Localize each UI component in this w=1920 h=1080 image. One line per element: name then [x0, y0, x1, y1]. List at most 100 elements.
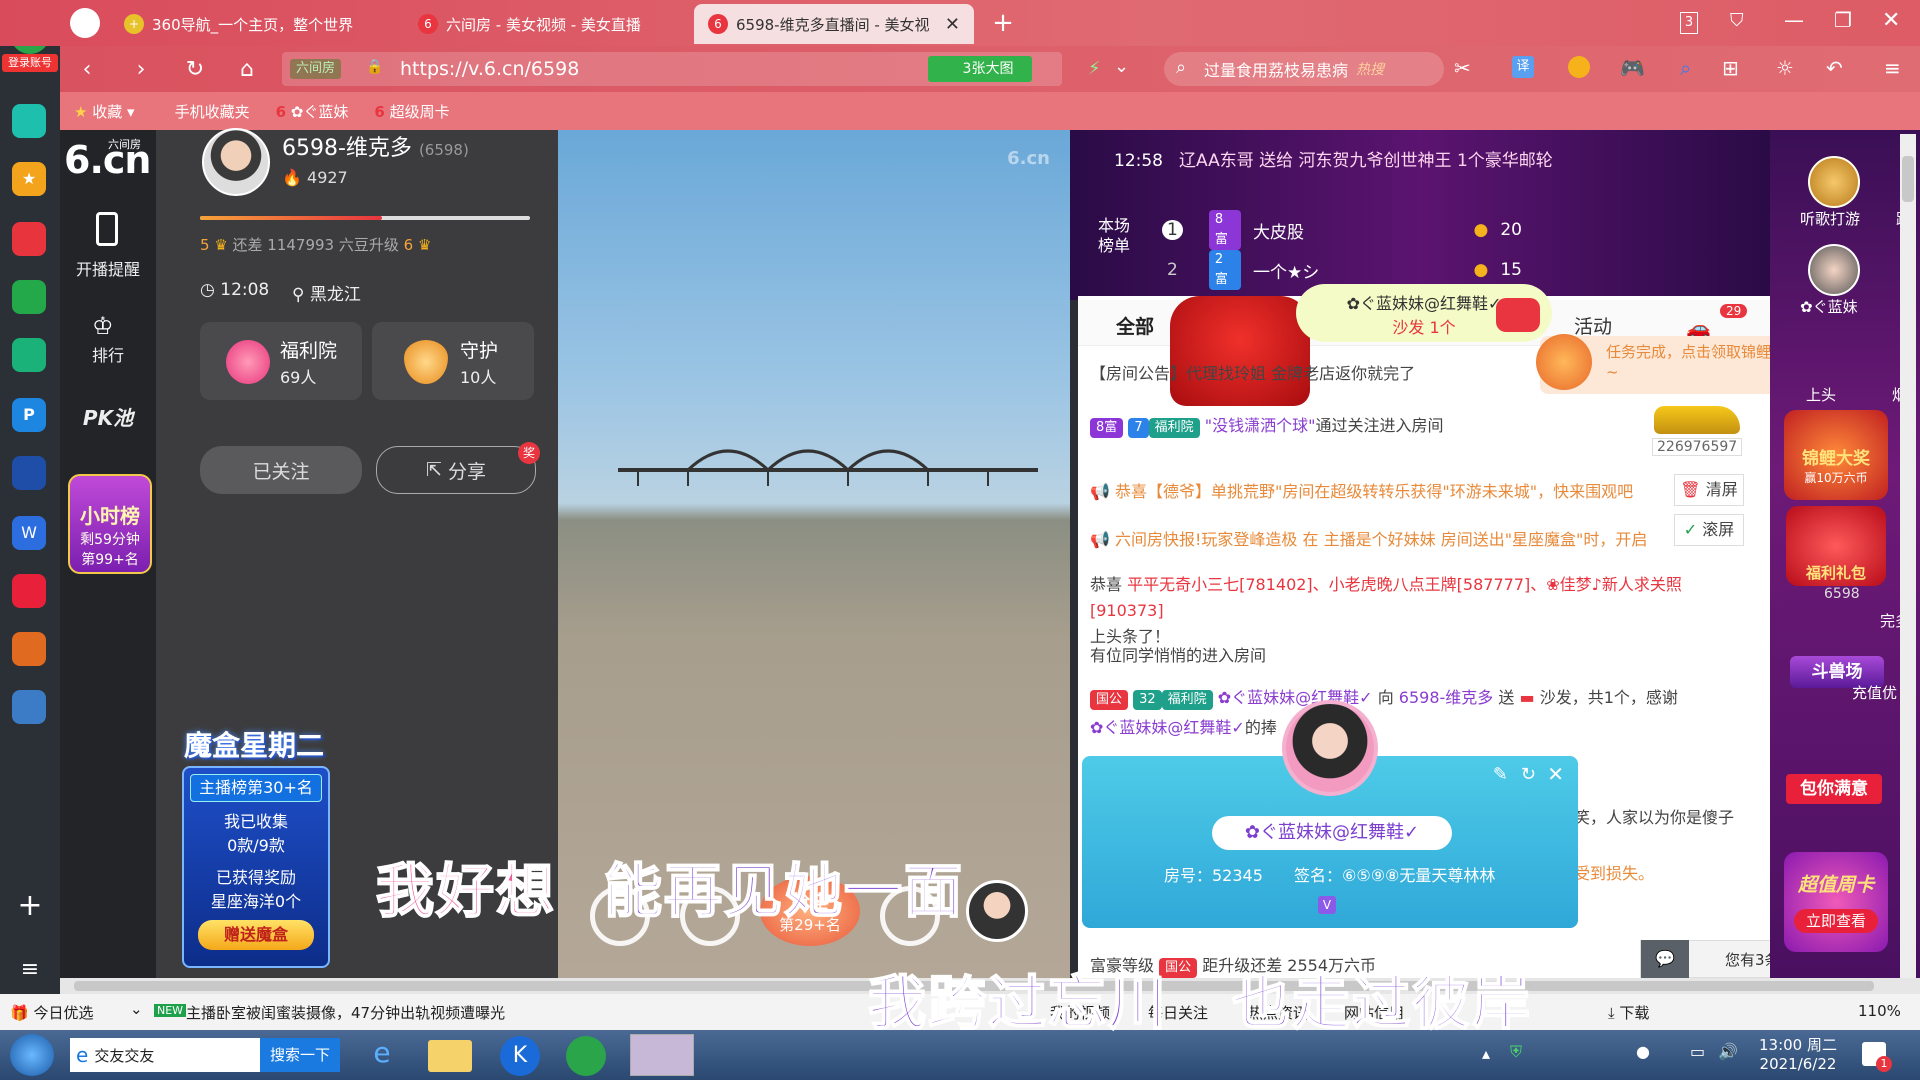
close-window-icon[interactable]: ✕	[1882, 8, 1900, 33]
bookmark-blue-sister[interactable]: 6 ✿ぐ蓝妹	[276, 101, 349, 122]
daily-picks[interactable]: 🎁 今日优选	[10, 1002, 93, 1023]
favorites-star-icon[interactable]: ★	[12, 162, 46, 196]
app-shortcut-icon[interactable]	[12, 104, 46, 138]
find-icon[interactable]: ⌕	[1680, 56, 1691, 80]
share-button[interactable]: ⇱ 分享	[376, 446, 536, 494]
user-name[interactable]: ✿ぐ蓝妹妹@红舞鞋✓	[1090, 718, 1245, 737]
cloud-icon[interactable]	[12, 338, 46, 372]
remind-button[interactable]: 开播提醒	[60, 256, 156, 280]
koi-banner[interactable]: 锦鲤大奖 赢10万六币	[1784, 410, 1888, 500]
seat-avatar[interactable]	[966, 880, 1028, 942]
guard-button[interactable]: 守护 10人	[372, 322, 534, 400]
welfare-button[interactable]: 福利院 69人	[200, 322, 362, 400]
board-row[interactable]: 2 2富 一个★シ ● 15	[1162, 250, 1522, 290]
qq-tray-icon[interactable]: ●	[1636, 1042, 1650, 1061]
clear-screen-button[interactable]: 🗑 清屏	[1674, 474, 1744, 506]
profile-avatar[interactable]	[1282, 700, 1378, 796]
taskbar-search[interactable]: e 交友交友 搜索一下	[70, 1038, 340, 1072]
bigimg-button[interactable]: 3张大图	[928, 56, 1032, 82]
chevron-down-icon[interactable]: ⌄	[130, 1000, 143, 1018]
site-logo[interactable]: 6.cn 六间房	[64, 136, 152, 186]
shield-tray-icon[interactable]: ⛨	[1510, 1042, 1522, 1062]
gift-magic-box-button[interactable]: 赠送魔盒	[198, 920, 314, 950]
network-icon[interactable]: ▭	[1690, 1042, 1705, 1061]
refresh-icon[interactable]: ↻	[1521, 764, 1536, 785]
activity-avatar[interactable]	[1808, 156, 1860, 208]
chevron-down-icon[interactable]: ⌄	[1114, 56, 1129, 77]
coin-icon[interactable]	[1568, 56, 1590, 78]
magic-box-panel[interactable]: 主播榜第30+名 我已收集 0款/9款 已获得奖励 星座海洋0个 赠送魔盒	[182, 766, 330, 968]
word-icon[interactable]: W	[12, 516, 46, 550]
bookmark-mobile[interactable]: 手机收藏夹	[175, 101, 250, 122]
tab-6cn[interactable]: 6 六间房 - 美女视频 - 美女直播	[404, 4, 690, 44]
pay-icon[interactable]: P	[12, 398, 46, 432]
search-button[interactable]: 搜索一下	[259, 1038, 340, 1072]
menu-list-icon[interactable]: ≡	[14, 954, 46, 986]
activity-item-label[interactable]: 上头	[1806, 384, 1836, 405]
user-name[interactable]: "没钱潇洒个球"	[1205, 416, 1316, 435]
download[interactable]: ⤓ 下载	[1608, 1002, 1649, 1023]
activity-avatar[interactable]	[1808, 244, 1860, 296]
bookmark-weekly-card[interactable]: 6 超级周卡	[374, 101, 449, 122]
browser-home-icon[interactable]	[70, 8, 100, 38]
close-tab-icon[interactable]: ✕	[945, 14, 960, 35]
pk-button[interactable]: PK池	[60, 402, 156, 431]
scrollbar-thumb[interactable]	[1902, 156, 1914, 202]
start-button[interactable]	[10, 1034, 54, 1076]
tab-activity[interactable]: 活动	[1574, 312, 1612, 339]
add-icon[interactable]: +	[14, 890, 46, 922]
tray-arrow-icon[interactable]: ▴	[1482, 1044, 1490, 1063]
game-icon[interactable]	[12, 632, 46, 666]
minimize-icon[interactable]: —	[1784, 8, 1804, 32]
home-icon[interactable]: ⌂	[232, 54, 262, 84]
activity-item-label[interactable]: ✿ぐ蓝妹	[1800, 296, 1858, 317]
anchor-link[interactable]: 6598-维克多	[1399, 688, 1494, 707]
stock-icon[interactable]	[12, 456, 46, 490]
translate-icon[interactable]: 译	[1512, 56, 1534, 78]
clock[interactable]: 13:00 周二 2021/6/22	[1754, 1034, 1842, 1073]
undo-icon[interactable]: ↶	[1826, 56, 1843, 80]
auto-scroll-button[interactable]: ✓ 滚屏	[1674, 514, 1744, 546]
folder-taskbar-icon[interactable]	[428, 1040, 472, 1072]
gamepad-icon[interactable]: 🎮	[1620, 56, 1645, 80]
weekly-card-banner[interactable]: 超值周卡 立即查看	[1784, 852, 1888, 952]
new-tab-icon[interactable]: +	[988, 8, 1018, 38]
browser-taskbar-icon[interactable]	[566, 1036, 606, 1076]
menu-icon[interactable]: ≡	[1884, 56, 1901, 80]
weibo-icon[interactable]	[12, 222, 46, 256]
zoom-level[interactable]: 110%	[1858, 1002, 1901, 1020]
activity-item-label[interactable]: 听歌打游	[1800, 208, 1860, 229]
map-icon[interactable]	[12, 690, 46, 724]
lightning-icon[interactable]: ⚡	[1088, 58, 1101, 79]
xiaohongshu-icon[interactable]	[12, 574, 46, 608]
weekly-card-button[interactable]: 立即查看	[1794, 909, 1878, 933]
bookmark-favorites[interactable]: ★ 收藏 ▾	[74, 101, 135, 122]
tab-360[interactable]: +360导航_一个主页，整个世界	[110, 4, 400, 44]
forward-icon[interactable]: ›	[126, 54, 156, 84]
back-icon[interactable]: ‹	[72, 54, 102, 84]
happy-banner[interactable]: 包你满意	[1786, 774, 1882, 804]
rank-button[interactable]: 排行	[60, 342, 156, 366]
gift-pack-banner[interactable]: 福利礼包	[1786, 506, 1886, 586]
tab-all[interactable]: 全部	[1116, 312, 1154, 339]
tab-6598[interactable]: 6 6598-维克多直播间 - 美女视 ✕	[694, 4, 974, 44]
maximize-icon[interactable]: ❐	[1834, 8, 1852, 32]
ie-taskbar-icon[interactable]: e	[358, 1036, 406, 1074]
search-input[interactable]: ⌕ 过量食用荔枝易患病 热搜	[1164, 52, 1444, 86]
avatar[interactable]	[202, 128, 270, 196]
refresh-icon[interactable]: ↻	[180, 54, 210, 84]
shirt-icon[interactable]: ⛉	[1730, 10, 1744, 31]
followed-button[interactable]: 已关注	[200, 446, 362, 494]
charge-label[interactable]: 充值优	[1852, 682, 1897, 703]
edit-icon[interactable]: ✎	[1493, 764, 1508, 785]
scrollbar-vertical[interactable]	[1900, 134, 1916, 978]
hourly-rank-badge[interactable]: 小时榜 剩59分钟 第99+名	[68, 474, 152, 574]
apps-grid-icon[interactable]: ⊞	[1722, 56, 1739, 80]
news-headline[interactable]: 主播卧室被闺蜜装摄像，47分钟出轨视频遭曝光	[186, 1002, 505, 1023]
headline-users[interactable]: 平平无奇小三七[781402]、小老虎晚八点王牌[587777]、❀佳梦♪新人求…	[1090, 575, 1682, 620]
theme-icon[interactable]: ☼	[1776, 56, 1794, 80]
volume-icon[interactable]: 🔊	[1718, 1042, 1738, 1061]
mail-icon[interactable]	[12, 280, 46, 314]
close-icon[interactable]: ✕	[1547, 762, 1564, 786]
scissors-icon[interactable]: ✂	[1454, 56, 1471, 80]
